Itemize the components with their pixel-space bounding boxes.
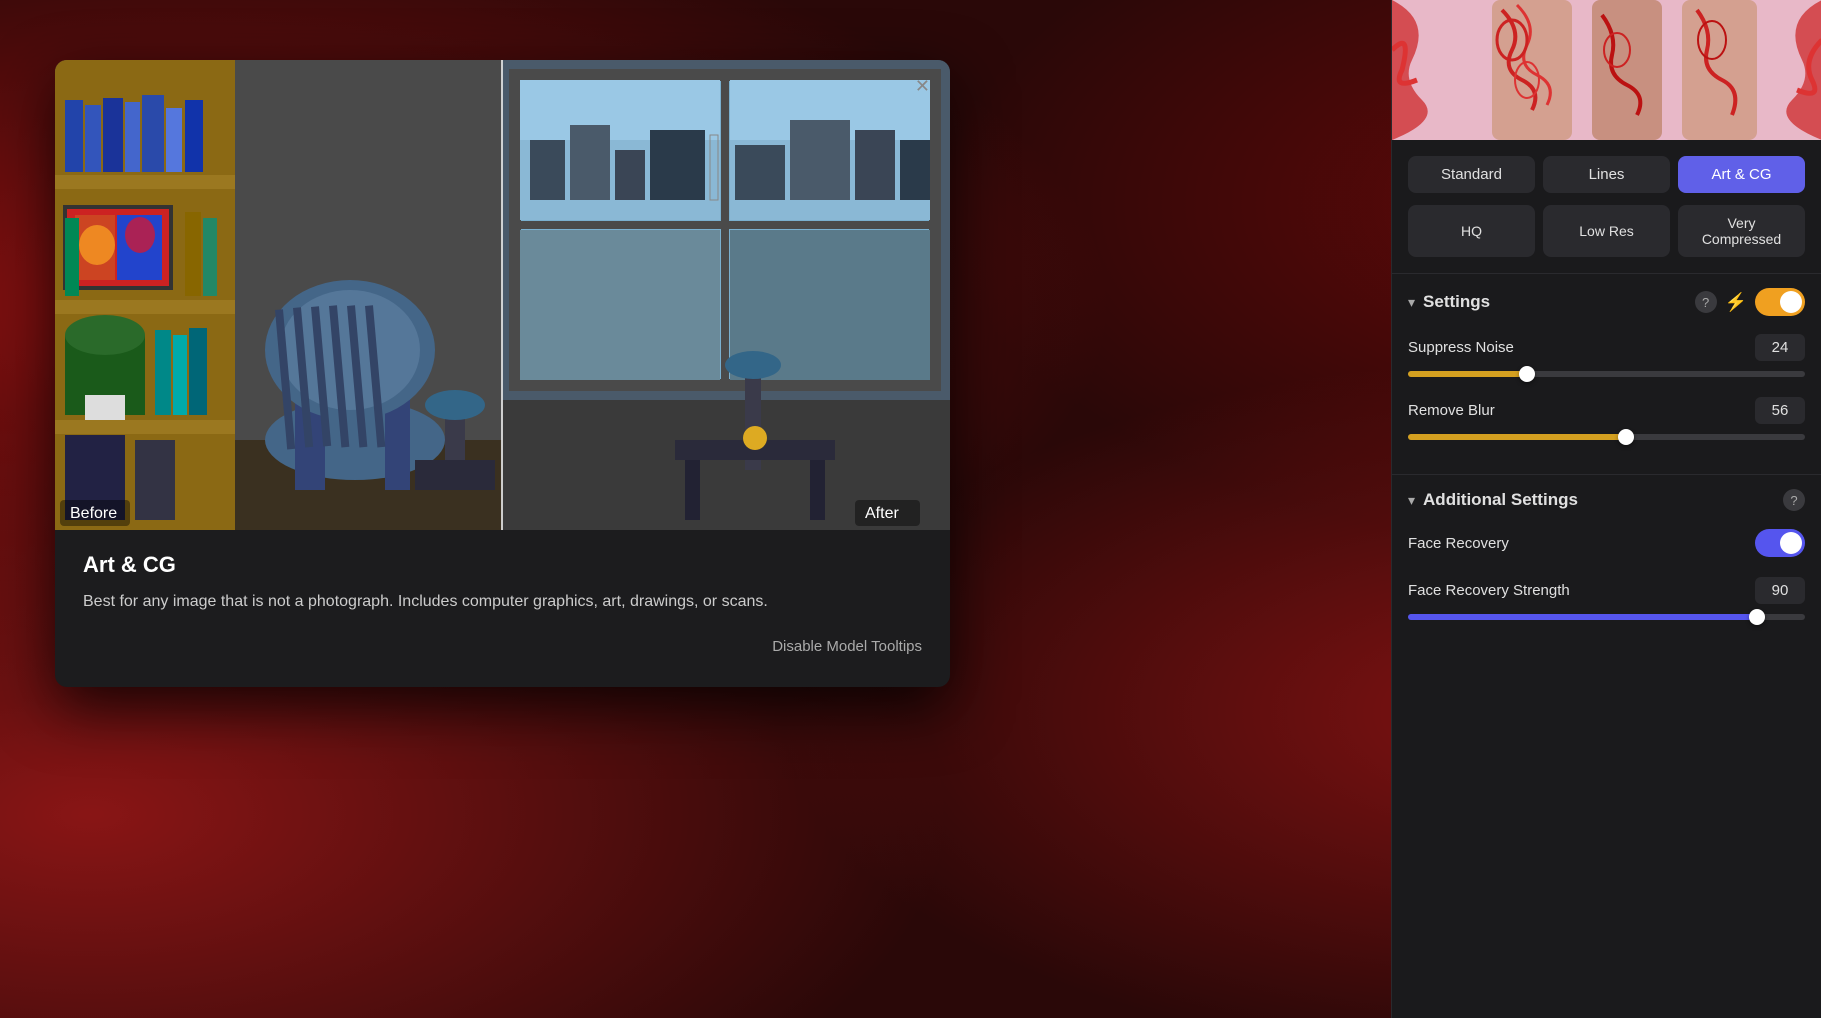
thumbnail-area (1392, 0, 1821, 140)
settings-toggle-slider (1755, 288, 1805, 316)
tab-verycompressed[interactable]: Very Compressed (1678, 205, 1805, 257)
additional-help-icon[interactable]: ? (1783, 489, 1805, 511)
preview-area: ✕ (0, 0, 1391, 1018)
remove-blur-label-row: Remove Blur 56 (1408, 397, 1805, 424)
suppress-noise-label: Suppress Noise (1408, 339, 1514, 356)
face-recovery-strength-label-row: Face Recovery Strength 90 (1408, 577, 1805, 604)
settings-chevron-icon[interactable]: ▾ (1408, 294, 1415, 311)
suppress-noise-thumb[interactable] (1519, 366, 1535, 382)
face-recovery-strength-label: Face Recovery Strength (1408, 582, 1570, 599)
face-recovery-toggle-slider (1755, 529, 1805, 557)
settings-header: ▾ Settings ? ⚡ (1408, 288, 1805, 316)
quality-tabs-row: HQ Low Res Very Compressed (1392, 201, 1821, 269)
svg-text:Before: Before (70, 505, 117, 522)
face-recovery-strength-fill (1408, 614, 1757, 620)
face-recovery-strength-thumb[interactable] (1749, 609, 1765, 625)
remove-blur-thumb[interactable] (1618, 429, 1634, 445)
additional-settings-section: ▾ Additional Settings ? Face Recovery Fa… (1392, 479, 1821, 660)
divider-1 (1392, 273, 1821, 274)
suppress-noise-fill (1408, 371, 1527, 377)
divider-2 (1392, 474, 1821, 475)
additional-settings-title: Additional Settings (1423, 490, 1775, 510)
additional-chevron-icon[interactable]: ▾ (1408, 492, 1415, 509)
tab-artcg[interactable]: Art & CG (1678, 156, 1805, 193)
lightning-icon: ⚡ (1725, 292, 1747, 313)
suppress-noise-control: Suppress Noise 24 (1408, 334, 1805, 377)
svg-text:After: After (865, 505, 899, 522)
tab-standard[interactable]: Standard (1408, 156, 1535, 193)
settings-title: Settings (1423, 292, 1687, 312)
additional-settings-header: ▾ Additional Settings ? (1408, 489, 1805, 511)
remove-blur-control: Remove Blur 56 (1408, 397, 1805, 440)
suppress-noise-slider[interactable] (1408, 371, 1805, 377)
face-recovery-strength-slider[interactable] (1408, 614, 1805, 620)
right-panel: Standard Lines Art & CG HQ Low Res Very … (1391, 0, 1821, 1018)
tooltip-content: Art & CG Best for any image that is not … (55, 530, 950, 687)
suppress-noise-value[interactable]: 24 (1755, 334, 1805, 361)
tooltip-footer: Disable Model Tooltips (83, 634, 922, 659)
remove-blur-label: Remove Blur (1408, 402, 1495, 419)
tooltip-title: Art & CG (83, 552, 922, 578)
comparison-container: Before After (55, 60, 950, 530)
close-button[interactable]: ✕ (907, 72, 938, 101)
settings-section: ▾ Settings ? ⚡ Suppress Noise 24 (1392, 278, 1821, 470)
face-recovery-strength-value[interactable]: 90 (1755, 577, 1805, 604)
tab-lines[interactable]: Lines (1543, 156, 1670, 193)
disable-tooltips-button[interactable]: Disable Model Tooltips (772, 634, 922, 659)
settings-toggle[interactable] (1755, 288, 1805, 316)
tab-lowres[interactable]: Low Res (1543, 205, 1670, 257)
tooltip-modal: ✕ (55, 60, 950, 687)
thumbnail-image (1392, 0, 1821, 140)
settings-help-icon[interactable]: ? (1695, 291, 1717, 313)
tooltip-description: Best for any image that is not a photogr… (83, 590, 922, 614)
face-recovery-row: Face Recovery (1408, 529, 1805, 557)
suppress-noise-label-row: Suppress Noise 24 (1408, 334, 1805, 361)
model-tabs-row: Standard Lines Art & CG (1392, 140, 1821, 201)
tab-hq[interactable]: HQ (1408, 205, 1535, 257)
face-recovery-toggle[interactable] (1755, 529, 1805, 557)
room-scene: Before After (55, 60, 950, 530)
remove-blur-fill (1408, 434, 1626, 440)
remove-blur-value[interactable]: 56 (1755, 397, 1805, 424)
main-container: ✕ (0, 0, 1821, 1018)
face-recovery-strength-control: Face Recovery Strength 90 (1408, 577, 1805, 620)
face-recovery-label: Face Recovery (1408, 535, 1509, 552)
remove-blur-slider[interactable] (1408, 434, 1805, 440)
